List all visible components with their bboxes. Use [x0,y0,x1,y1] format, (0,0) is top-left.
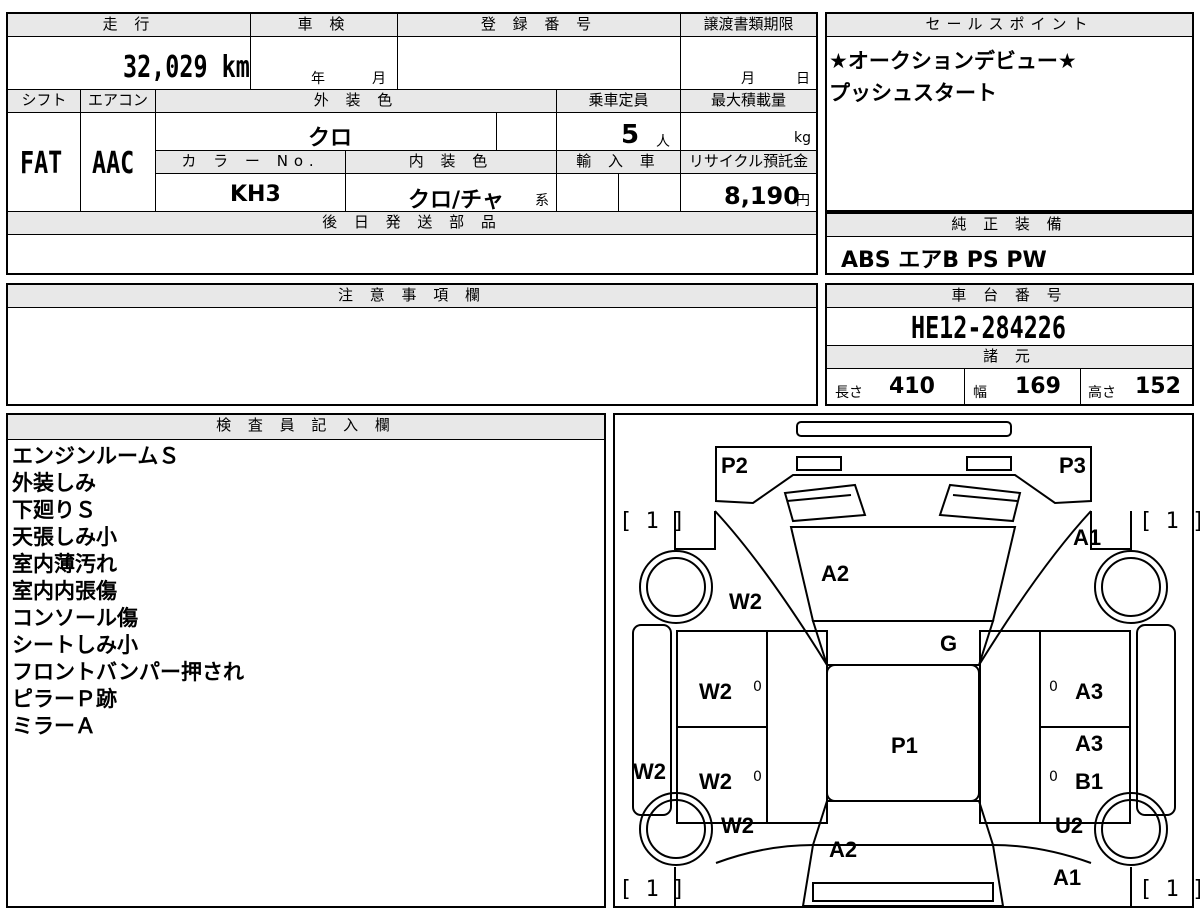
mileage-header: 走 行 [8,14,250,36]
recycle-value: 8,190 [724,182,800,210]
label-a1-rear: A1 [1053,865,1082,890]
import-header: 輸 入 車 [557,151,680,173]
capacity-value: 5 [621,120,640,150]
height-label: 高さ [1088,385,1116,401]
inspector-line: フロントバンパー押され [12,660,245,684]
notes-panel: 注 意 事 項 欄 [6,283,818,406]
equipment-value: ABS エアB PS PW [841,248,1047,273]
equipment-panel: 純 正 装 備 ABS エアB PS PW [825,212,1194,275]
inspector-line: 室内薄汚れ [12,552,117,576]
interior-header: 内 装 色 [346,151,556,173]
later-parts-header: 後 日 発 送 部 品 [8,212,816,234]
capacity-header: 乗車定員 [557,90,680,112]
inspector-lines: エンジンルームＳ 外装しみ 下廻りＳ 天張しみ小 室内薄汚れ 室内内張傷 コンソ… [12,443,244,740]
interior-suffix: 系 [535,193,549,209]
width-label: 幅 [973,385,987,401]
label-a3-door-rear: A3 [1075,731,1104,756]
label-a1-front: A1 [1073,525,1102,550]
aircon-value: AAC [92,146,135,181]
recycle-unit: 円 [796,193,810,209]
transfer-month: 月 [741,71,755,87]
inspector-line: ミラーＡ [12,714,96,738]
zero-mark: 0 [753,769,762,785]
sales-point-line: ★オークションデビュー★ [829,49,1077,73]
label-w2-side: W2 [633,759,666,784]
color-no-value: KH3 [230,182,281,207]
shift-header: シフト [8,90,80,112]
zero-mark: 0 [1049,679,1058,695]
label-p1-roof: P1 [891,733,918,758]
chassis-panel: 車 台 番 号 HE12-284226 諸 元 長さ 410 幅 169 高さ … [825,283,1194,406]
label-p2: P2 [721,453,748,478]
equipment-header: 純 正 装 備 [827,214,1192,236]
transfer-deadline-header: 譲渡書類期限 [681,14,816,36]
length-value: 410 [889,374,935,399]
label-g-windshield: G [940,631,958,656]
inspection-year: 年 [311,71,325,87]
zero-mark: 0 [1049,769,1058,785]
notes-header: 注 意 事 項 欄 [8,285,816,307]
mileage-value: 32,029 km [123,50,250,85]
chassis-header: 車 台 番 号 [827,285,1192,307]
inspector-line: 外装しみ [12,471,96,495]
tire-front-left: [ 1 ] [619,509,686,534]
damage-diagram-panel: P2 P3 [ 1 ] [ 1 ] A1 A2 W2 G W2 0 0 A3 P… [613,413,1200,908]
inspector-line: 室内内張傷 [12,579,117,603]
label-w2-door-front: W2 [699,679,732,704]
label-w2-door-rear: W2 [699,769,732,794]
exterior-header: 外 装 色 [156,90,556,112]
exterior-value: クロ [308,126,353,151]
aircon-header: エアコン [81,90,155,112]
sales-point-header: セールスポイント [827,14,1192,36]
length-label: 長さ [835,385,863,401]
inspector-line: シートしみ小 [12,633,138,657]
label-a2-hood: A2 [821,561,850,586]
vehicle-info-table: 走 行 車 検 登 録 番 号 譲渡書類期限 32,029 km 年 月 月 日… [6,12,818,275]
registration-header: 登 録 番 号 [398,14,680,36]
tire-rear-left: [ 1 ] [619,877,686,902]
label-w2-rear-fender: W2 [721,813,754,838]
sales-point-panel: セールスポイント ★オークションデビュー★ プッシュスタート [825,12,1194,212]
label-b1: B1 [1075,769,1104,794]
label-a2-trunk: A2 [829,837,858,862]
transfer-day: 日 [796,71,810,87]
inspector-header: 検 査 員 記 入 欄 [8,415,604,439]
inspector-line: ピラーＰ跡 [12,687,117,711]
tire-front-right: [ 1 ] [1139,509,1200,534]
height-value: 152 [1135,374,1181,399]
capacity-unit: 人 [656,134,670,150]
label-u2: U2 [1055,813,1084,838]
inspector-panel: 検 査 員 記 入 欄 エンジンルームＳ 外装しみ 下廻りＳ 天張しみ小 室内薄… [6,413,606,908]
maxload-unit: kg [794,130,811,146]
inspector-line: コンソール傷 [12,606,138,630]
label-p3: P3 [1059,453,1086,478]
shift-value: FAT [20,146,63,181]
label-a3-door-front: A3 [1075,679,1104,704]
label-w2-fender: W2 [729,589,762,614]
car-outline-diagram [632,421,1176,906]
interior-value: クロ/チャ [408,188,504,213]
sales-point-line: プッシュスタート [829,81,997,105]
inspector-line: 下廻りＳ [12,498,96,522]
color-no-header: カ ラ ー No. [156,151,345,173]
chassis-number: HE12-284226 [911,311,1066,346]
inspection-header: 車 検 [251,14,397,36]
spec-header: 諸 元 [827,346,1192,368]
recycle-header: リサイクル預託金 [681,151,816,173]
zero-mark: 0 [753,679,762,695]
maxload-header: 最大積載量 [681,90,816,112]
inspector-line: エンジンルームＳ [12,444,180,468]
width-value: 169 [1015,374,1061,399]
inspector-line: 天張しみ小 [12,525,117,549]
inspection-month: 月 [372,71,386,87]
tire-rear-right: [ 1 ] [1139,877,1200,902]
